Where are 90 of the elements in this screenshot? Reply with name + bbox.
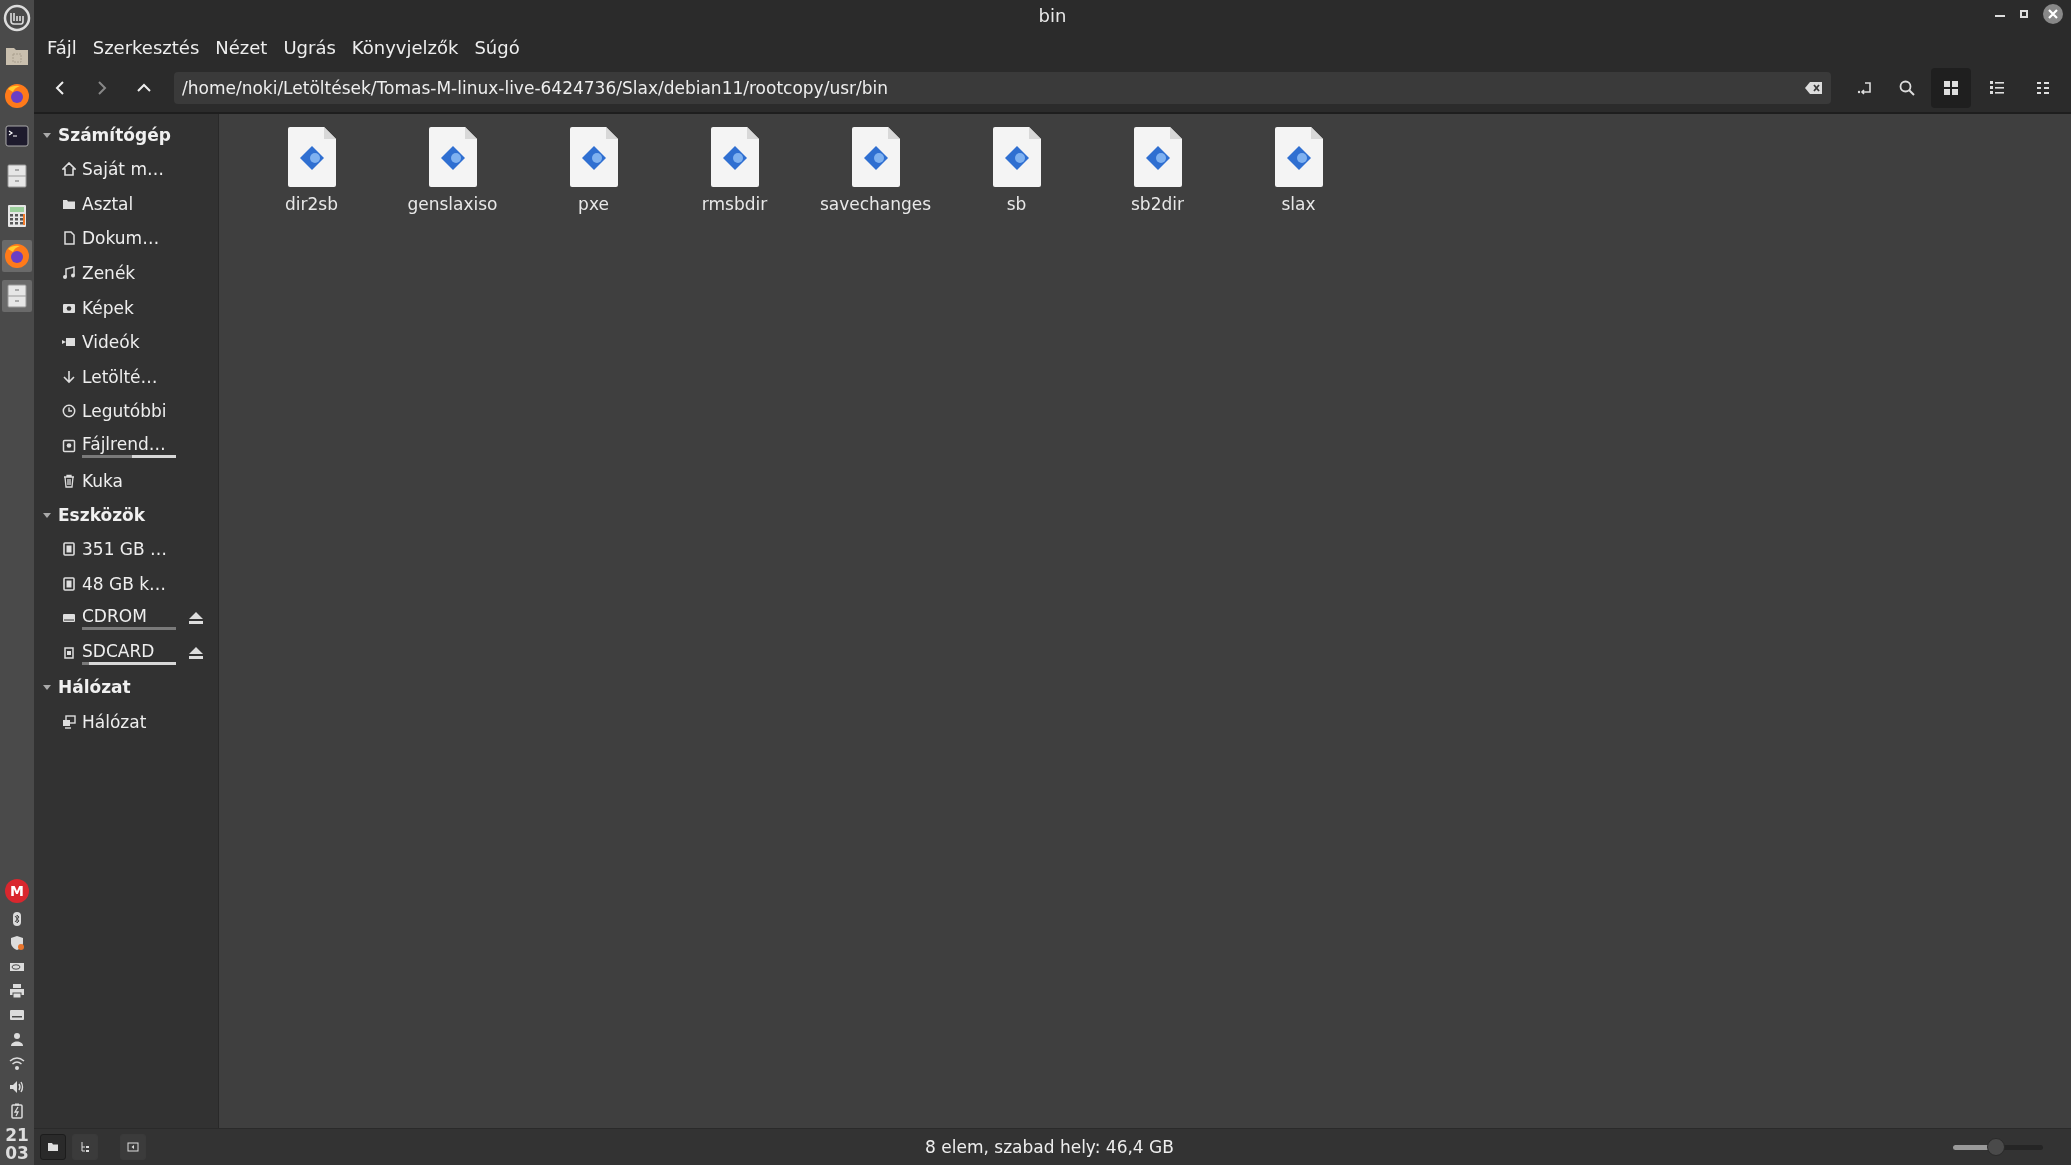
file-cabinet-icon <box>4 283 30 309</box>
clear-icon[interactable] <box>1805 81 1823 95</box>
file-item[interactable]: pxe <box>523 126 664 214</box>
menu-item[interactable]: Súgó <box>469 36 525 58</box>
menu-logo-icon[interactable] <box>3 4 31 32</box>
expander-icon[interactable] <box>42 130 52 140</box>
section-title: Hálózat <box>58 677 131 698</box>
file-item[interactable]: slax <box>1228 126 1369 214</box>
tree-icon <box>79 1141 91 1153</box>
printer-icon[interactable] <box>9 983 25 1000</box>
sidebar-item[interactable]: Zenék <box>34 255 218 291</box>
folder-icon <box>47 1141 59 1153</box>
tray-app-icon[interactable]: M <box>5 879 29 904</box>
wifi-icon[interactable] <box>9 1055 25 1072</box>
terminal-icon <box>4 123 30 149</box>
script-file-icon <box>850 126 901 188</box>
drive-icon <box>62 576 76 591</box>
network-icon <box>62 714 76 729</box>
drive-icon <box>62 542 76 557</box>
clock[interactable]: 21 03 <box>5 1127 29 1165</box>
sidebar-item[interactable]: Képek <box>34 290 218 325</box>
path-field[interactable]: /home/noki/Letöltések/Tomas-M-linux-live-6424736/Slax/debian11/rootcopy/usr/bin <box>174 72 1831 104</box>
taskbar-app-button[interactable] <box>2 280 32 312</box>
sidebar-item[interactable]: Legutóbbi <box>34 394 218 429</box>
sidebar-item[interactable]: Saját m… <box>34 152 218 187</box>
sidebar-item[interactable]: 48 GB k… <box>34 566 218 602</box>
browser-icon <box>4 83 30 109</box>
sd-card-icon <box>62 646 76 660</box>
section-title: Eszközök <box>58 504 146 525</box>
shield-icon[interactable] <box>9 935 25 952</box>
up-icon <box>136 82 152 94</box>
eject-icon[interactable] <box>188 646 204 660</box>
sidebar-item[interactable]: CDROM <box>34 601 218 636</box>
battery-icon[interactable] <box>9 1103 25 1120</box>
clock-icon <box>62 404 76 419</box>
menu-item[interactable]: Könyvjelzők <box>346 36 464 58</box>
script-file-icon <box>1273 126 1324 188</box>
compact-view-icon <box>2035 80 2051 96</box>
sidebar-mode-button[interactable] <box>40 1134 66 1160</box>
menu-item[interactable]: Fájl <box>42 36 82 58</box>
sidebar-item[interactable]: Dokum… <box>34 221 218 256</box>
music-icon <box>62 266 76 281</box>
menu-item[interactable]: Nézet <box>210 36 273 58</box>
sidebar-item[interactable]: 351 GB … <box>34 531 218 567</box>
return-arrow-icon <box>1857 80 1873 96</box>
document-icon <box>62 231 76 246</box>
script-file-icon <box>991 126 1042 188</box>
status-text: 8 elem, szabad hely: 46,4 GB <box>924 1137 1175 1157</box>
eject-icon[interactable] <box>188 611 204 626</box>
search-icon <box>1899 80 1915 96</box>
sidebar-item[interactable]: Hálózat <box>34 704 218 739</box>
sidebar-item[interactable]: Kuka <box>34 463 218 498</box>
back-icon <box>54 80 66 96</box>
script-file-icon <box>568 126 619 188</box>
file-item[interactable]: rmsbdir <box>664 126 805 214</box>
trash-icon <box>62 473 76 488</box>
view-button[interactable] <box>1931 68 1971 108</box>
sidebar-mode-button[interactable] <box>72 1134 98 1160</box>
sidebar-item[interactable]: Videók <box>34 324 218 360</box>
maximize-icon[interactable] <box>2019 9 2029 19</box>
taskbar-app-button[interactable] <box>2 240 32 272</box>
script-file-icon <box>1132 126 1183 188</box>
script-file-icon <box>709 126 760 188</box>
file-item[interactable]: genslaxiso <box>382 126 523 214</box>
sidebar-item[interactable]: Letölté… <box>34 359 218 395</box>
script-file-icon <box>427 126 478 188</box>
sidebar-item[interactable]: Asztal <box>34 186 218 222</box>
menu-item[interactable]: Ugrás <box>278 36 341 58</box>
sidebar-toggle-icon <box>127 1141 139 1153</box>
section-title: Számítógép <box>58 125 171 145</box>
home-icon <box>62 162 76 177</box>
download-icon <box>62 369 76 384</box>
menu-item[interactable]: Szerkesztés <box>87 36 205 58</box>
file-item[interactable]: sb <box>946 126 1087 214</box>
sidebar-item[interactable]: SDCARD <box>34 635 218 671</box>
file-item[interactable]: sb2dir <box>1087 126 1228 214</box>
forward-icon <box>96 80 108 96</box>
sidebar-item[interactable]: Fájlrend… <box>34 428 218 464</box>
zoom-slider[interactable] <box>1953 1138 2043 1156</box>
close-icon[interactable] <box>2043 4 2063 24</box>
zoom-thumb[interactable] <box>1987 1138 2006 1156</box>
script-file-icon <box>286 126 337 188</box>
grid-view-icon <box>1943 80 1959 96</box>
list-view-icon <box>1989 80 2005 96</box>
browser-icon <box>4 243 30 269</box>
window-title: bin <box>1038 4 1067 26</box>
file-item[interactable]: dir2sb <box>241 126 382 214</box>
user-icon[interactable] <box>9 1031 25 1048</box>
file-item[interactable]: savechanges <box>805 126 946 214</box>
file-cabinet-icon <box>4 163 30 189</box>
